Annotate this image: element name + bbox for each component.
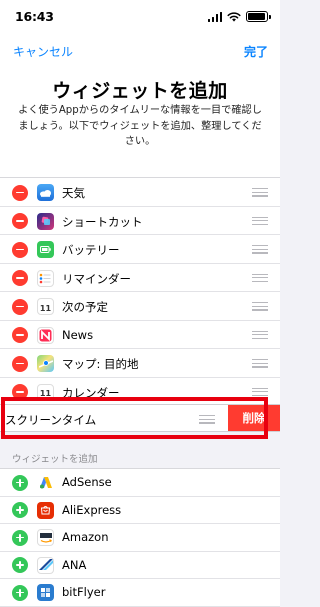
add-button[interactable] xyxy=(12,529,28,546)
widget-label: ANA xyxy=(62,557,87,572)
widget-row-news: News xyxy=(0,321,280,349)
widget-label: カレンダー xyxy=(62,385,120,400)
widget-label: ショートカット xyxy=(62,214,143,229)
widget-label: 天気 xyxy=(62,186,85,200)
news-icon xyxy=(37,326,54,344)
reorder-handle-icon[interactable] xyxy=(252,330,268,340)
widget-label: AliExpress xyxy=(62,502,122,517)
reorder-handle-icon[interactable] xyxy=(252,188,268,197)
current-widgets-list: 天気 ショートカット バッテリー リマインダー 11 次の予定 News マップ… xyxy=(0,177,280,406)
available-row-adsense: AdSense xyxy=(0,469,280,497)
add-button[interactable] xyxy=(12,557,28,573)
done-button[interactable]: 完了 xyxy=(244,43,268,60)
reorder-handle-icon[interactable] xyxy=(252,245,268,254)
reorder-handle-icon[interactable] xyxy=(252,216,268,226)
status-icons xyxy=(207,11,271,22)
widget-row-reminders: リマインダー xyxy=(0,264,280,292)
available-widgets-list: AdSense AliExpress Amazon ANA bitFlyer xyxy=(0,468,280,607)
widget-label: Amazon xyxy=(62,530,109,544)
widget-row-screen-time: スクリーンタイム 削除 xyxy=(0,404,280,432)
shortcuts-icon xyxy=(37,212,54,230)
remove-button[interactable] xyxy=(12,327,28,343)
widget-row-weather: 天気 xyxy=(0,178,280,207)
page-title: ウィジェットを追加 xyxy=(52,80,228,102)
bitflyer-icon xyxy=(37,584,54,601)
status-bar: 16:43 xyxy=(0,0,280,34)
page-description: よく使うAppからのタイムリーな情報を一目で確認し ましょう。以下でウィジェット… xyxy=(18,105,262,147)
available-row-aliexpress: AliExpress xyxy=(0,497,280,524)
remove-button[interactable] xyxy=(12,241,28,258)
widget-label: リマインダー xyxy=(62,271,131,286)
widget-label: 次の予定 xyxy=(62,300,108,314)
widget-row-calendar: 11 カレンダー xyxy=(0,378,280,407)
widget-row-next-event: 11 次の予定 xyxy=(0,292,280,321)
add-button[interactable] xyxy=(12,502,28,518)
battery-icon xyxy=(246,11,271,22)
reorder-handle-icon[interactable] xyxy=(252,273,268,283)
status-time: 16:43 xyxy=(15,9,54,24)
widget-label: スクリーンタイム xyxy=(5,413,97,427)
widget-row-shortcuts: ショートカット xyxy=(0,207,280,235)
ana-icon xyxy=(37,556,54,574)
widget-label: News xyxy=(62,327,94,342)
maps-icon xyxy=(37,355,54,372)
available-section-header: ウィジェットを追加 xyxy=(12,454,98,465)
widget-label: AdSense xyxy=(62,475,112,489)
widget-row-battery: バッテリー xyxy=(0,235,280,264)
calendar-icon: 11 xyxy=(37,298,54,315)
available-row-amazon: Amazon xyxy=(0,524,280,552)
add-button[interactable] xyxy=(12,584,28,601)
widget-label: バッテリー xyxy=(62,243,120,257)
remove-button[interactable] xyxy=(12,213,28,229)
remove-button[interactable] xyxy=(12,184,28,201)
widget-label: bitFlyer xyxy=(62,585,106,599)
remove-button[interactable] xyxy=(12,270,28,286)
remove-button[interactable] xyxy=(12,384,28,400)
wifi-icon xyxy=(227,11,241,22)
add-button[interactable] xyxy=(12,474,28,491)
cancel-button[interactable]: キャンセル xyxy=(13,43,73,60)
adsense-icon xyxy=(37,474,54,491)
weather-icon xyxy=(37,184,54,201)
amazon-icon xyxy=(37,529,54,546)
remove-button[interactable] xyxy=(12,355,28,372)
widget-label: マップ: 目的地 xyxy=(62,357,139,371)
delete-button[interactable]: 削除 xyxy=(228,405,280,431)
reorder-handle-icon[interactable] xyxy=(252,387,268,397)
available-row-bitflyer: bitFlyer xyxy=(0,579,280,607)
battery-widget-icon xyxy=(37,241,54,258)
reorder-handle-icon[interactable] xyxy=(199,415,215,424)
reorder-handle-icon[interactable] xyxy=(252,302,268,311)
calendar-icon: 11 xyxy=(37,383,54,401)
aliexpress-icon xyxy=(37,501,54,519)
remove-button[interactable] xyxy=(12,298,28,315)
cellular-signal-icon xyxy=(207,11,222,22)
available-row-ana: ANA xyxy=(0,552,280,579)
widget-row-maps: マップ: 目的地 xyxy=(0,349,280,378)
reorder-handle-icon[interactable] xyxy=(252,359,268,368)
reminders-icon xyxy=(37,269,54,287)
header: キャンセル 完了 ウィジェットを追加 よく使うAppからのタイムリーな情報を一目… xyxy=(0,34,280,177)
